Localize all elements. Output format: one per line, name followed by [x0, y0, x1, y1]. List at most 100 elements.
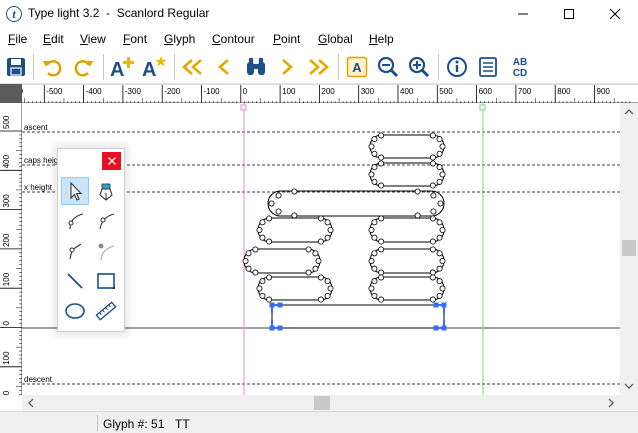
ruler-tick-label: -500	[46, 87, 63, 96]
menu-global[interactable]: Global	[318, 32, 353, 46]
ruler-tick-label: 400	[2, 154, 11, 168]
menu-help[interactable]: Help	[369, 32, 394, 46]
measure-tool[interactable]	[92, 297, 120, 325]
contour-point	[371, 265, 378, 272]
menu-font[interactable]: Font	[123, 32, 147, 46]
first-glyph-button[interactable]	[179, 53, 207, 81]
contour-point	[268, 200, 275, 207]
contour-point	[317, 274, 324, 281]
info-button[interactable]	[443, 53, 471, 81]
menu-contour[interactable]: Contour	[212, 32, 255, 46]
add-glyph-button[interactable]: A	[108, 53, 136, 81]
line-icon	[67, 273, 83, 289]
list-button[interactable]	[474, 53, 502, 81]
charset-button[interactable]: AB CD	[506, 53, 534, 81]
contour-point	[324, 234, 331, 241]
contour-point	[368, 171, 375, 178]
ruler-tick-label: 800	[557, 87, 571, 96]
ruler-tick-label: 300	[361, 87, 375, 96]
contour-point	[436, 292, 443, 299]
next-glyph-button[interactable]	[273, 53, 301, 81]
zoom-in-button[interactable]	[405, 53, 433, 81]
contour-point	[245, 250, 252, 257]
contour-point	[291, 188, 298, 195]
zoom-out-button[interactable]	[374, 53, 402, 81]
horizontal-scroll-thumb[interactable]	[314, 396, 330, 410]
glyph-view-button[interactable]: A	[343, 53, 371, 81]
glyph-outline[interactable]	[242, 132, 447, 331]
menu-point[interactable]: Point	[273, 32, 300, 46]
pen-tool[interactable]	[92, 177, 120, 205]
contour-point	[259, 292, 266, 299]
tangent-point-tool[interactable]	[92, 237, 120, 265]
zoom-in-icon	[408, 56, 430, 78]
maximize-button[interactable]	[546, 0, 592, 28]
ruler-corner	[0, 84, 22, 103]
scroll-left-icon	[28, 398, 34, 408]
contour-point	[414, 188, 421, 195]
selected-point	[441, 325, 447, 331]
palette-close-button[interactable]	[102, 152, 121, 170]
menu-glyph[interactable]: Glyph	[164, 32, 195, 46]
ruler-tick-label: 700	[518, 87, 532, 96]
add-glyph-star-button[interactable]: A	[140, 53, 168, 81]
vertical-scrollbar[interactable]	[620, 103, 638, 395]
menu-file[interactable]: File	[8, 32, 27, 46]
contour-point	[256, 227, 263, 234]
select-tool[interactable]	[61, 177, 89, 205]
rectangle-tool[interactable]	[92, 267, 120, 295]
contour-point	[317, 238, 324, 245]
selected-point	[277, 325, 283, 331]
ellipse-tool[interactable]	[61, 297, 89, 325]
save-button[interactable]	[2, 53, 30, 81]
contour-point	[371, 278, 378, 285]
contour-point	[378, 296, 385, 303]
curve-point-tool[interactable]	[61, 207, 89, 235]
contour-point	[252, 246, 259, 253]
contour-point	[256, 285, 263, 292]
contour-point	[378, 215, 385, 222]
vertical-ruler[interactable]: 500 400 300 200 100 0 100 200	[0, 103, 22, 407]
advance-width-handle	[479, 104, 486, 111]
contour-point	[439, 171, 446, 178]
menu-edit[interactable]: Edit	[43, 32, 64, 46]
minimize-button[interactable]	[500, 0, 546, 28]
ellipse-icon	[65, 303, 85, 319]
vertical-scroll-thumb[interactable]	[622, 240, 636, 256]
ruler-tick-label: 100	[2, 351, 11, 365]
close-button[interactable]	[592, 0, 638, 28]
find-glyph-button[interactable]	[242, 53, 270, 81]
ruler-tick-label: 100	[282, 87, 296, 96]
contour-point	[371, 150, 378, 157]
toolbar-separator	[33, 54, 34, 80]
status-bar: Glyph #: 51 TT	[0, 411, 638, 433]
contour-point	[305, 269, 312, 276]
smooth-curve-tool[interactable]	[92, 207, 120, 235]
contour-point	[252, 269, 259, 276]
menu-bar: File Edit View Font Glyph Contour Point …	[0, 28, 638, 50]
ascent-label: ascent	[24, 123, 48, 132]
contour-point	[371, 136, 378, 143]
horizontal-ruler[interactable]: -600 -500 -400 -300 -200 -100 0 100 200 300 400 500…	[4, 84, 638, 104]
contour-point	[245, 265, 252, 272]
contour-point	[371, 250, 378, 257]
menu-view[interactable]: View	[80, 32, 106, 46]
previous-glyph-button[interactable]	[210, 53, 238, 81]
contour-point	[371, 164, 378, 171]
contour-point	[266, 215, 273, 222]
contour-point	[324, 219, 331, 226]
horizontal-scrollbar[interactable]	[22, 395, 620, 411]
contour-point	[429, 274, 436, 281]
contour-point	[315, 257, 322, 264]
contour-point	[368, 257, 375, 264]
contour-point	[266, 274, 273, 281]
redo-button[interactable]	[70, 53, 98, 81]
smooth-curve-icon	[99, 213, 115, 230]
last-glyph-button[interactable]	[304, 53, 332, 81]
glyph-view-label: A	[352, 60, 362, 75]
line-tool[interactable]	[61, 267, 89, 295]
type-light-window: t Type light 3.2 - Scanlord Regular File…	[0, 0, 638, 433]
contour-point	[368, 227, 375, 234]
corner-point-tool[interactable]	[61, 237, 89, 265]
undo-button[interactable]	[38, 53, 66, 81]
